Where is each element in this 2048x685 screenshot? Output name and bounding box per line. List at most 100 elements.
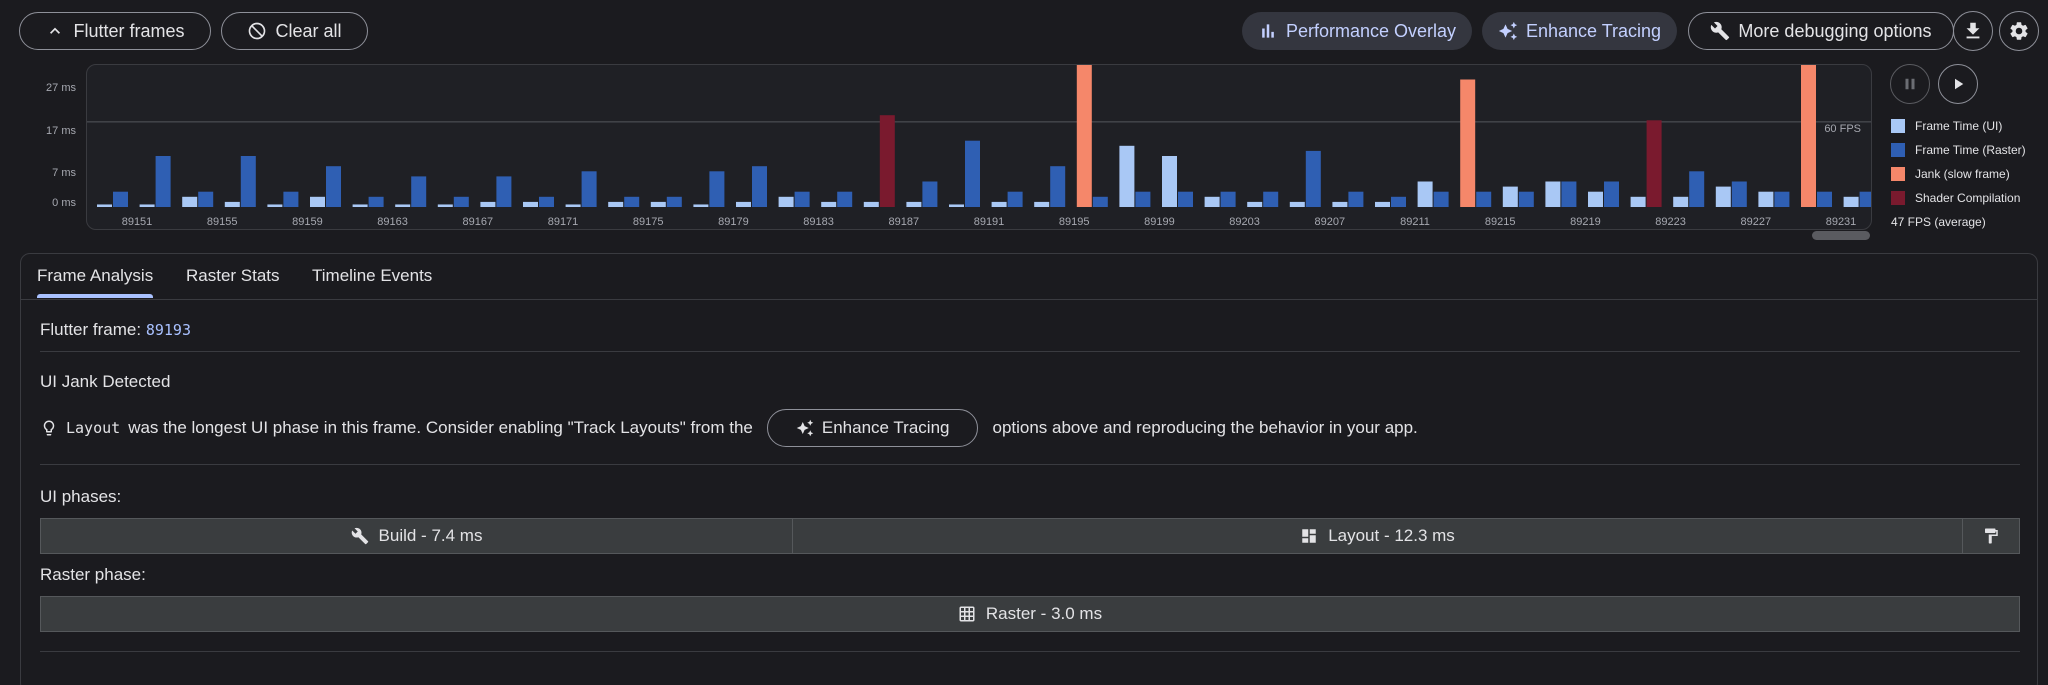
x-tick-label: 89183 [803, 216, 834, 228]
frame-bar-group[interactable] [693, 171, 725, 207]
raster-frame-bar [879, 115, 895, 207]
frame-bar-group[interactable] [1332, 191, 1364, 207]
x-tick-label: 89179 [718, 216, 749, 228]
frame-bar-group[interactable] [608, 196, 640, 207]
frame-bar-group[interactable] [139, 156, 171, 207]
paint-phase[interactable] [1963, 519, 2019, 553]
ui-frame-bar [437, 204, 453, 207]
ui-frame-bar [863, 201, 879, 207]
frame-bar-group[interactable] [1715, 181, 1747, 208]
frame-details-panel: Frame Analysis Raster Stats Timeline Eve… [20, 253, 2038, 685]
frame-bar-group[interactable] [1502, 186, 1534, 207]
block-icon [249, 22, 266, 40]
frame-bar-group[interactable] [1076, 65, 1108, 207]
frame-bar-group[interactable] [1758, 191, 1790, 207]
raster-frame-bar [1135, 191, 1151, 207]
frame-bar-group[interactable] [863, 115, 895, 207]
frame-bar-group[interactable] [1545, 181, 1577, 208]
frame-bar-group[interactable] [182, 191, 214, 207]
clear-all-button[interactable]: Clear all [221, 12, 368, 50]
frame-bar-group[interactable] [352, 196, 384, 207]
pause-button[interactable] [1890, 64, 1930, 104]
frame-bar-group[interactable] [949, 140, 980, 207]
frame-bar-group[interactable] [267, 191, 299, 207]
enhance-tracing-button[interactable]: Enhance Tracing [1482, 12, 1677, 50]
ui-frame-bar [267, 204, 283, 207]
legend-swatch [1891, 119, 1905, 133]
frame-bar-group[interactable] [395, 176, 427, 207]
frame-bar-group[interactable] [1375, 196, 1406, 207]
frame-bar-group[interactable] [1247, 191, 1279, 207]
enhance-tracing-label: Enhance Tracing [1525, 20, 1662, 41]
ui-frame-bar [395, 204, 411, 207]
frame-bar-group[interactable] [1417, 181, 1449, 208]
frame-bar-group[interactable] [778, 191, 810, 207]
frame-bar-group[interactable] [1588, 181, 1619, 208]
x-tick-label: 89227 [1741, 216, 1772, 228]
frame-bar-group[interactable] [565, 171, 597, 207]
frame-bar-group[interactable] [1034, 166, 1066, 207]
frame-bar-group[interactable] [736, 166, 767, 207]
frames-chart-svg[interactable]: 60 FPS 89151 89155 89159 89163 89167 89171 8917… [87, 65, 1872, 230]
tab-timeline-events[interactable]: Timeline Events [312, 266, 432, 286]
ui-frame-bar [1332, 201, 1348, 207]
frame-bar-group[interactable] [1460, 79, 1492, 208]
frame-bar-group[interactable] [97, 191, 128, 207]
frame-bar-group[interactable] [1289, 150, 1321, 207]
more-debugging-label: More debugging options [1738, 20, 1932, 41]
raster-frame-bar [1561, 181, 1577, 207]
more-debugging-button[interactable]: More debugging options [1688, 12, 1954, 50]
raster-frame-bar [1476, 191, 1492, 207]
frame-bar-group[interactable] [821, 191, 853, 207]
tab-frame-analysis[interactable]: Frame Analysis [37, 266, 153, 286]
clear-all-label: Clear all [275, 20, 342, 41]
frame-bar-group[interactable] [523, 196, 554, 207]
hint-enhance-tracing-button[interactable]: Enhance Tracing [766, 409, 979, 447]
lightbulb-icon [43, 420, 55, 436]
frame-bar-group[interactable] [310, 166, 341, 207]
frame-bar-group[interactable] [1162, 156, 1193, 207]
frame-bar-group[interactable] [991, 191, 1023, 207]
x-tick-label: 89231 [1826, 216, 1857, 228]
frame-bar-group[interactable] [224, 156, 256, 207]
frame-bar-group[interactable] [1843, 191, 1872, 207]
raster-frame-bar [1348, 191, 1364, 207]
frame-bar-group[interactable] [1204, 191, 1236, 207]
frame-bar-group[interactable] [1119, 145, 1151, 207]
raster-frame-bar [1518, 191, 1534, 207]
tab-raster-stats[interactable]: Raster Stats [186, 266, 280, 286]
details-tabs: Frame Analysis Raster Stats Timeline Eve… [21, 254, 2037, 300]
frame-bar-group[interactable] [480, 176, 512, 207]
x-tick-label: 89159 [292, 216, 323, 228]
raster-frame-bar [1007, 191, 1023, 207]
frames-chart[interactable]: 60 FPS 89151 89155 89159 89163 89167 89171 8917… [86, 64, 1872, 230]
layout-phase-label: Layout - 12.3 ms [1328, 526, 1455, 545]
dashboard-icon [1302, 529, 1316, 543]
play-button[interactable] [1938, 64, 1978, 104]
ui-frame-bar [224, 201, 240, 207]
performance-overlay-label: Performance Overlay [1285, 20, 1457, 41]
frame-bar-group[interactable] [650, 196, 682, 207]
frame-bar-group[interactable] [1673, 171, 1705, 207]
raster-phase[interactable]: Raster - 3.0 ms [41, 597, 2019, 631]
raster-frame-bar [1604, 181, 1619, 207]
frame-bar-group[interactable] [906, 181, 938, 208]
raster-frame-bar [453, 196, 469, 207]
x-tick-label: 89203 [1229, 216, 1260, 228]
ui-frame-bar [523, 201, 538, 207]
performance-overlay-button[interactable]: Performance Overlay [1242, 12, 1472, 50]
chart-legend: Frame Time (UI) Frame Time (Raster) Jank… [1891, 114, 2026, 210]
settings-button[interactable] [1999, 11, 2039, 51]
layout-phase[interactable]: Layout - 12.3 ms [793, 519, 1963, 553]
raster-frame-bar [965, 140, 980, 207]
flutter-frames-button[interactable]: Flutter frames [19, 12, 211, 50]
build-phase[interactable]: Build - 7.4 ms [41, 519, 793, 553]
build-phase-label: Build - 7.4 ms [378, 526, 483, 545]
export-button[interactable] [1953, 11, 1993, 51]
raster-frame-bar [922, 181, 938, 207]
frame-bar-group[interactable] [437, 196, 469, 207]
ui-frame-bar [1162, 156, 1177, 207]
frame-bar-group[interactable] [1801, 65, 1832, 207]
frame-bar-group[interactable] [1630, 120, 1662, 207]
chart-scrollbar[interactable] [1812, 231, 1870, 240]
